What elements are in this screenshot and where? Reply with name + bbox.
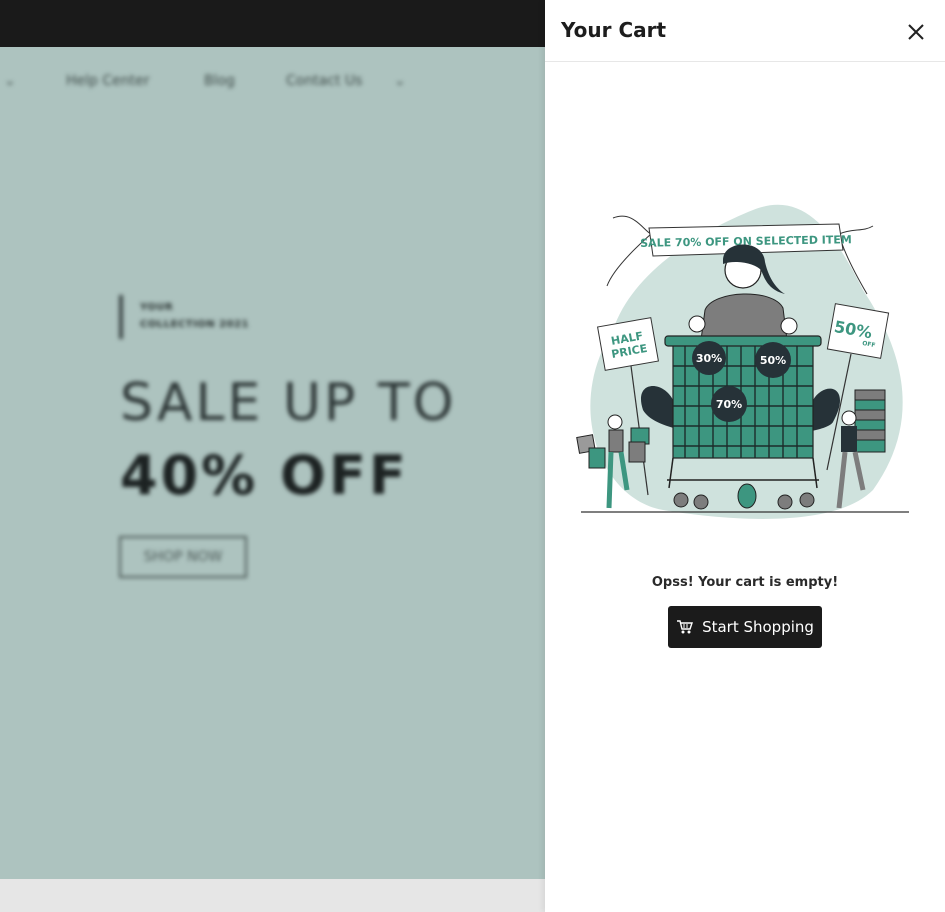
cart-drawer: Your Cart SALE 70% OFF ON SELECTED ITEM … [545,0,945,912]
shopping-cart-icon [677,620,694,634]
badge-70: 70% [716,398,742,411]
badge-30: 30% [696,352,722,365]
badge-50: 50% [760,354,786,367]
cart-title: Your Cart [561,18,667,42]
drawer-backdrop[interactable] [0,0,545,912]
close-icon [908,24,924,40]
start-shopping-label: Start Shopping [702,618,814,636]
empty-cart-message: Opss! Your cart is empty! [651,575,839,590]
cart-drawer-header: Your Cart [545,0,945,62]
close-button[interactable] [902,18,930,46]
empty-cart-illustration: SALE 70% OFF ON SELECTED ITEM HALF PRICE… [576,204,909,519]
start-shopping-button[interactable]: Start Shopping [668,606,822,648]
